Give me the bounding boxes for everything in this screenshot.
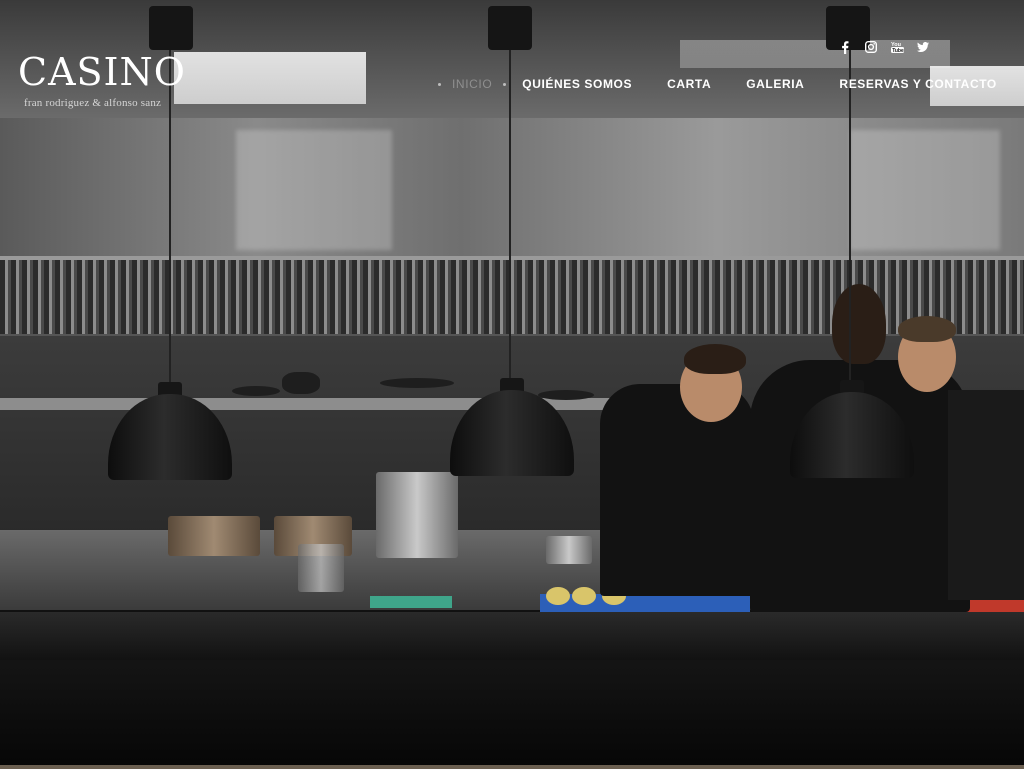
chef-body [600, 384, 754, 596]
twitter-icon[interactable] [916, 40, 930, 54]
potato [546, 587, 570, 605]
ceiling-light [174, 52, 366, 104]
svg-text:Tube: Tube [892, 48, 904, 53]
main-nav: INICIO QUIÉNES SOMOS CARTA GALERIA RESER… [436, 76, 997, 92]
small-pot [546, 536, 592, 564]
site-tagline: fran rodriguez & alfonso sanz [24, 97, 162, 109]
chef-hair [832, 284, 886, 364]
cutting-board [370, 596, 452, 608]
nav-item-galeria[interactable]: GALERIA [746, 77, 804, 91]
nav-bullet [438, 82, 441, 86]
nav-item-reservas-y-contacto[interactable]: RESERVAS Y CONTACTO [839, 77, 996, 91]
sauce-pan [168, 516, 260, 556]
pendant-lamp [108, 382, 232, 480]
wall-glow [850, 130, 1000, 250]
chef-apron [948, 390, 1024, 600]
pendant-lamp [450, 378, 574, 476]
pass-counter-edge [0, 612, 1024, 660]
lamp-cord [509, 50, 511, 378]
chef-hair [898, 316, 956, 342]
bottom-strip [0, 765, 1024, 769]
lamp-cord [169, 50, 171, 384]
instagram-icon[interactable] [864, 40, 878, 54]
nav-item-label: INICIO [452, 77, 493, 91]
potato [572, 587, 596, 605]
pan [282, 372, 320, 394]
nav-bullet [503, 82, 507, 86]
site-logo[interactable]: CASINO [18, 52, 186, 92]
pan [232, 386, 280, 396]
chef-hair [684, 344, 746, 374]
wall-glow [236, 130, 392, 250]
pan [380, 378, 454, 388]
measuring-jug [298, 544, 344, 592]
nav-item-inicio[interactable]: INICIO [436, 77, 507, 91]
lamp-mount [149, 6, 193, 50]
facebook-icon[interactable] [838, 40, 852, 54]
pendant-lamp [790, 380, 914, 478]
lamp-cord [849, 50, 851, 380]
social-links: You Tube [838, 40, 942, 54]
nav-item-quienes-somos[interactable]: QUIÉNES SOMOS [522, 77, 632, 91]
nav-item-carta[interactable]: CARTA [667, 77, 711, 91]
lamp-mount [488, 6, 532, 50]
youtube-icon[interactable]: You Tube [890, 40, 904, 54]
hero-background [0, 0, 1024, 769]
stock-pot [376, 472, 458, 558]
